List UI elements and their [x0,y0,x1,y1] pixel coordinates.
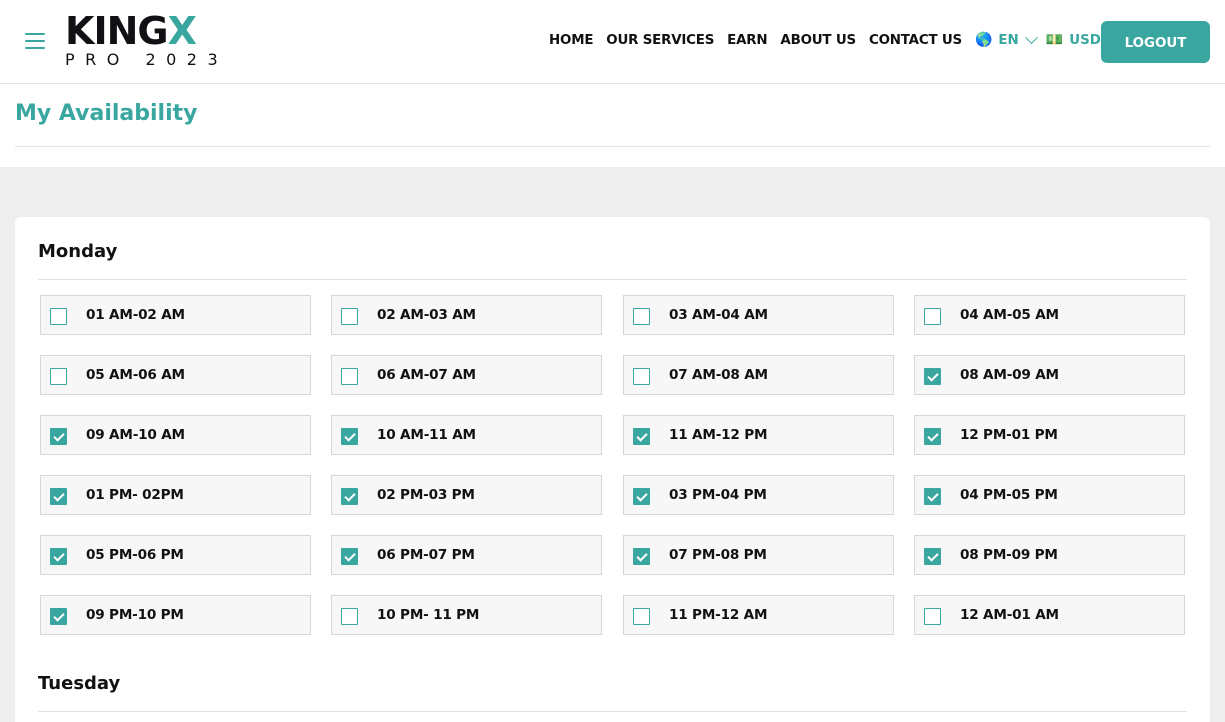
time-slot[interactable]: 09 AM-10 AM [40,415,311,455]
time-slot[interactable]: 10 PM- 11 PM [331,595,602,635]
main-nav: HOME OUR SERVICES EARN ABOUT US CONTACT … [549,30,1128,48]
time-slot-label: 10 PM- 11 PM [377,607,480,623]
language-label: EN [998,32,1019,48]
time-slot[interactable]: 05 AM-06 AM [40,355,311,395]
time-slot-checkbox[interactable] [341,428,358,445]
day-title-tuesday: Tuesday [38,673,121,694]
time-slot-checkbox[interactable] [341,548,358,565]
time-slot-checkbox[interactable] [341,308,358,325]
time-slot-checkbox[interactable] [341,368,358,385]
time-slot-label: 05 PM-06 PM [86,547,184,563]
time-slot-label: 08 AM-09 AM [960,367,1059,383]
time-slot-checkbox[interactable] [924,608,941,625]
top-navbar: KINGX PRO 2023 HOME OUR SERVICES EARN AB… [0,0,1225,84]
time-slot-label: 12 AM-01 AM [960,607,1059,623]
time-slot-checkbox[interactable] [341,608,358,625]
time-slot[interactable]: 01 AM-02 AM [40,295,311,335]
time-slot[interactable]: 04 AM-05 AM [914,295,1185,335]
time-slot[interactable]: 08 PM-09 PM [914,535,1185,575]
nav-home[interactable]: HOME [549,33,593,48]
time-slot[interactable]: 03 AM-04 AM [623,295,894,335]
time-slot-checkbox[interactable] [633,548,650,565]
time-slot-checkbox[interactable] [341,488,358,505]
day-title-monday: Monday [38,241,118,262]
time-slot-label: 03 AM-04 AM [669,307,768,323]
time-slot-label: 11 AM-12 PM [669,427,768,443]
time-slot-checkbox[interactable] [633,428,650,445]
time-slot-label: 10 AM-11 AM [377,427,476,443]
time-slot-checkbox[interactable] [633,368,650,385]
time-slot-label: 05 AM-06 AM [86,367,185,383]
page-title: My Availability [15,101,198,126]
time-slot[interactable]: 11 AM-12 PM [623,415,894,455]
time-slot-label: 07 PM-08 PM [669,547,767,563]
time-slot-checkbox[interactable] [50,608,67,625]
logo-wordmark: KINGX [65,12,228,50]
time-slot-label: 08 PM-09 PM [960,547,1058,563]
nav-our-services[interactable]: OUR SERVICES [606,33,714,48]
time-slot-checkbox[interactable] [633,308,650,325]
nav-earn[interactable]: EARN [727,33,767,48]
time-slot-label: 09 PM-10 PM [86,607,184,623]
time-slot[interactable]: 07 AM-08 AM [623,355,894,395]
time-slot-checkbox[interactable] [50,428,67,445]
time-slot-checkbox[interactable] [924,428,941,445]
time-slot-label: 09 AM-10 AM [86,427,185,443]
time-slot[interactable]: 03 PM-04 PM [623,475,894,515]
time-slot[interactable]: 12 PM-01 PM [914,415,1185,455]
time-slot-checkbox[interactable] [50,488,67,505]
time-slot[interactable]: 07 PM-08 PM [623,535,894,575]
time-slot-label: 03 PM-04 PM [669,487,767,503]
time-slot[interactable]: 04 PM-05 PM [914,475,1185,515]
time-slot-label: 04 AM-05 AM [960,307,1059,323]
logo-text-king: KING [65,9,169,53]
time-slot-checkbox[interactable] [924,548,941,565]
time-slot[interactable]: 10 AM-11 AM [331,415,602,455]
time-slot-checkbox[interactable] [50,548,67,565]
time-slot[interactable]: 06 AM-07 AM [331,355,602,395]
time-slot-label: 12 PM-01 PM [960,427,1058,443]
nav-contact-us[interactable]: CONTACT US [869,33,962,48]
language-selector[interactable]: 🌎 EN [974,30,1038,48]
time-slot-label: 01 PM- 02PM [86,487,184,503]
divider [15,146,1210,147]
logo-text-x: X [167,9,197,53]
time-slot-checkbox[interactable] [924,368,941,385]
chevron-down-icon [1024,30,1038,44]
time-slot-checkbox[interactable] [50,308,67,325]
hamburger-menu-icon[interactable] [25,33,45,49]
time-slot[interactable]: 11 PM-12 AM [623,595,894,635]
day-divider [38,711,1187,712]
time-slot[interactable]: 06 PM-07 PM [331,535,602,575]
nav-about-us[interactable]: ABOUT US [780,33,856,48]
time-slot-label: 06 AM-07 AM [377,367,476,383]
availability-card [15,217,1210,722]
time-slot-checkbox[interactable] [50,368,67,385]
time-slot-checkbox[interactable] [924,488,941,505]
time-slot-checkbox[interactable] [633,488,650,505]
time-slot-label: 04 PM-05 PM [960,487,1058,503]
logo-subtitle: PRO 2023 [65,50,229,69]
time-slot[interactable]: 12 AM-01 AM [914,595,1185,635]
time-slot-label: 11 PM-12 AM [669,607,768,623]
time-slot[interactable]: 01 PM- 02PM [40,475,311,515]
day-divider [38,279,1187,280]
time-slot[interactable]: 08 AM-09 AM [914,355,1185,395]
globe-icon: 🌎 [974,32,993,48]
time-slot-checkbox[interactable] [633,608,650,625]
time-slot[interactable]: 09 PM-10 PM [40,595,311,635]
time-slot-label: 01 AM-02 AM [86,307,185,323]
time-slot-label: 06 PM-07 PM [377,547,475,563]
brand-logo[interactable]: KINGX PRO 2023 [65,12,228,68]
time-slot-label: 02 AM-03 AM [377,307,476,323]
time-slot-label: 07 AM-08 AM [669,367,768,383]
time-slot[interactable]: 05 PM-06 PM [40,535,311,575]
money-icon: 💵 [1045,32,1064,48]
time-slot[interactable]: 02 PM-03 PM [331,475,602,515]
time-slot-label: 02 PM-03 PM [377,487,475,503]
time-slot[interactable]: 02 AM-03 AM [331,295,602,335]
time-slot-checkbox[interactable] [924,308,941,325]
currency-label: USD [1069,32,1101,48]
logout-button[interactable]: LOGOUT [1101,21,1210,63]
